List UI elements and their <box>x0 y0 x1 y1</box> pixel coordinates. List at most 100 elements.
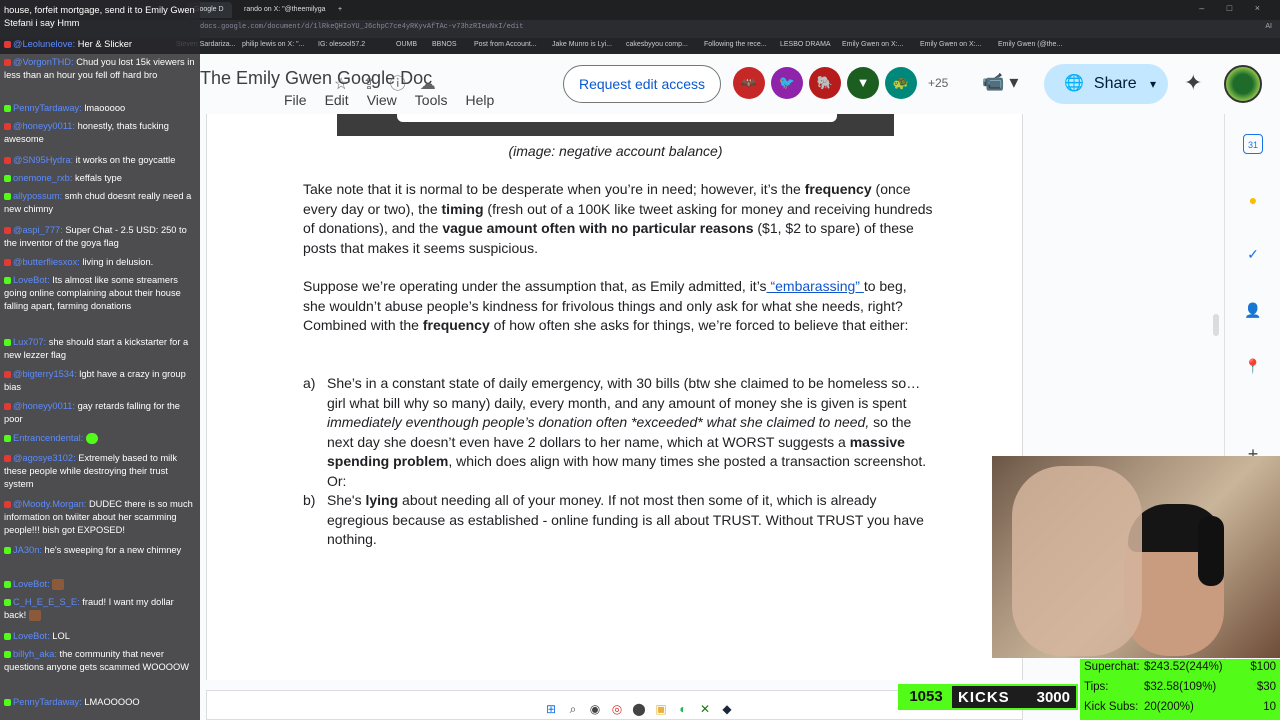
profile-avatar[interactable] <box>1224 65 1262 103</box>
bookmark[interactable]: Emily Gwen on X:... <box>920 41 981 48</box>
gemini-icon[interactable]: ✦ <box>1184 70 1202 96</box>
narwhal-avatar-icon[interactable]: ▼ <box>847 67 879 99</box>
move-icon[interactable]: ⇪ <box>362 76 375 93</box>
chat-text: keffals type <box>75 173 122 183</box>
bat-avatar-icon[interactable]: 🦇 <box>733 67 765 99</box>
bookmark[interactable]: Emily Gwen on X:... <box>842 41 903 48</box>
info-icon[interactable]: ⓘ <box>390 76 406 93</box>
chat-username[interactable]: @Leolunelove: <box>13 39 75 49</box>
bookmark[interactable]: Following the rece... <box>704 41 767 48</box>
chat-username[interactable]: JA30n: <box>13 545 42 555</box>
link[interactable]: “embarassing” <box>767 278 864 294</box>
keep-icon[interactable]: ● <box>1243 190 1263 210</box>
chrome-icon[interactable]: ⬤ <box>628 698 650 720</box>
ai-button[interactable]: AI <box>1265 23 1272 30</box>
chat-message: @butterfliesxox: living in delusion. <box>4 256 196 269</box>
search-icon[interactable]: ⌕ <box>562 698 584 720</box>
chat-username[interactable]: @SN95Hydra: <box>13 155 73 165</box>
chat-username[interactable]: PennyTardaway: <box>13 697 82 707</box>
bookmark[interactable]: Emily Gwen (@the... <box>998 41 1062 48</box>
chat-username[interactable]: @bigterry1534: <box>13 369 77 379</box>
chat-username[interactable]: @aspi_777: <box>13 225 63 235</box>
bookmark[interactable]: IG: olesool57.2 <box>318 41 365 48</box>
xbox-icon[interactable]: ✕ <box>694 698 716 720</box>
browser-tab[interactable]: rando on X: "@theemilyga <box>236 2 326 18</box>
start-icon[interactable]: ⊞ <box>540 698 562 720</box>
bookmark[interactable]: Post from Account... <box>474 41 537 48</box>
chat-username[interactable]: Entrancendental: <box>13 433 83 443</box>
menu-edit[interactable]: Edit <box>325 92 349 108</box>
chat-username[interactable]: LoveBot: <box>13 275 50 285</box>
stats-label: Superchat: <box>1084 661 1140 673</box>
stream-chat-overlay: house, forfeit mortgage, send it to Emil… <box>0 0 200 720</box>
chat-username[interactable]: @honeyy0011: <box>13 121 75 131</box>
menu-tools[interactable]: Tools <box>415 92 448 108</box>
bird-avatar-icon[interactable]: 🐦 <box>771 67 803 99</box>
stats-value: 20(200%) <box>1144 701 1194 713</box>
folder-icon[interactable]: ▣ <box>650 698 672 720</box>
chat-username[interactable]: LoveBot: <box>13 631 50 641</box>
chat-username[interactable]: @Moody.Morgan: <box>13 499 86 509</box>
chat-message: @SN95Hydra: it works on the goycattle <box>4 154 196 167</box>
text-run: Take note that it is normal to be desper… <box>303 181 805 197</box>
document-page[interactable]: (image: negative account balance) Take n… <box>206 114 1023 680</box>
chat-username[interactable]: @honeyy0011: <box>13 401 75 411</box>
chat-username[interactable]: onemone_rxb: <box>13 173 72 183</box>
chat-username[interactable]: LoveBot: <box>13 579 50 589</box>
stats-goal: 10 <box>1263 701 1276 713</box>
maps-icon[interactable]: 📍 <box>1243 356 1263 376</box>
contacts-icon[interactable]: 👤 <box>1243 300 1263 320</box>
share-button[interactable]: 🌐 Share ▾ <box>1044 64 1168 104</box>
app-icon[interactable]: ◎ <box>606 698 628 720</box>
bookmark[interactable]: Jake Munro is Lyi... <box>552 41 612 48</box>
bookmark[interactable]: BBNOS <box>432 41 457 48</box>
list-marker: b) <box>303 492 316 508</box>
chat-text: Her & Slicker <box>77 39 133 49</box>
meet-button[interactable]: 📹 ▾ <box>982 72 1018 93</box>
chat-username[interactable]: @butterfliesxox: <box>13 257 80 267</box>
star-icon[interactable]: ☆ <box>334 76 348 93</box>
bookmark[interactable]: philip lewis on X: "... <box>242 41 304 48</box>
bookmark[interactable]: OUMB <box>396 41 417 48</box>
chat-text: he's sweeping for a new chimney <box>44 545 182 555</box>
chevron-down-icon[interactable]: ▾ <box>1150 64 1156 104</box>
kick-icon <box>4 581 11 589</box>
bookmark[interactable]: cakesbyyou comp... <box>626 41 688 48</box>
emote-icon <box>28 610 41 622</box>
menu-file[interactable]: File <box>284 92 307 108</box>
chat-username[interactable]: @agosye3102: <box>13 453 76 463</box>
window-controls[interactable]: – □ × <box>1199 3 1270 13</box>
url-field[interactable]: docs.google.com/document/d/1lRkeQHIoYU_J… <box>200 23 523 31</box>
menu-view[interactable]: View <box>367 92 397 108</box>
chat-username[interactable]: Lux707: <box>13 337 46 347</box>
chat-username[interactable]: allypossum: <box>13 191 62 201</box>
request-edit-access-button[interactable]: Request edit access <box>563 65 721 103</box>
youtube-icon <box>4 455 11 463</box>
youtube-icon <box>4 403 11 411</box>
bookmark[interactable]: LESBO DRAMA <box>780 41 831 48</box>
tasks-icon[interactable]: ✓ <box>1243 244 1263 264</box>
chat-message: PennyTardaway: lmaooooo <box>4 102 196 115</box>
cloud-icon[interactable]: ☁ <box>420 76 436 93</box>
emote-icon <box>85 433 98 445</box>
kicks-goal: 3000 <box>1036 689 1070 706</box>
embedded-image[interactable] <box>337 114 894 136</box>
elephant-avatar-icon[interactable]: 🐘 <box>809 67 841 99</box>
menu-bar: File Edit View Tools Help <box>200 92 512 108</box>
chat-username[interactable]: @VorgonTHD: <box>13 57 74 67</box>
new-tab-button[interactable]: + <box>330 2 346 18</box>
calendar-icon[interactable]: 31 <box>1243 134 1263 154</box>
menu-help[interactable]: Help <box>465 92 494 108</box>
more-collaborators-count[interactable]: +25 <box>928 76 948 90</box>
spotify-icon[interactable]: ◐ <box>672 698 694 720</box>
turtle-avatar-icon[interactable]: 🐢 <box>885 67 917 99</box>
chat-username[interactable]: PennyTardaway: <box>13 103 82 113</box>
os-taskbar: ⊞ ⌕ ◉ ◎ ⬤ ▣ ◐ ✕ ◆ <box>540 698 740 720</box>
app-icon[interactable]: ◉ <box>584 698 606 720</box>
scrollbar[interactable] <box>1213 314 1219 336</box>
steam-icon[interactable]: ◆ <box>716 698 738 720</box>
chat-username[interactable]: billyh_aka: <box>13 649 57 659</box>
chat-text: it works on the goycattle <box>75 155 176 165</box>
chat-username[interactable]: C_H_E_E_S_E: <box>13 597 80 607</box>
stats-row: Tips: $32.58(109%) $30 <box>1084 679 1276 699</box>
